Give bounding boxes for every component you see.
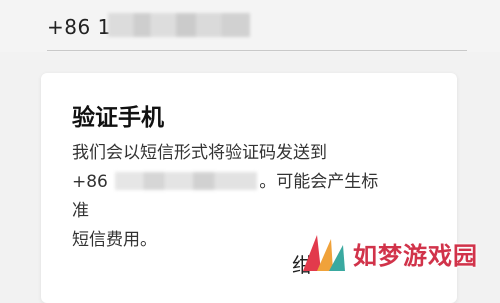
dialog-title: 验证手机 xyxy=(72,105,164,131)
phone-number-field[interactable]: +86 1 xyxy=(0,0,500,52)
watermark-text: 如梦游戏园 xyxy=(353,240,478,270)
dialog-message-line3: 短信费用。 xyxy=(72,230,157,250)
watermark: 如梦游戏园 xyxy=(297,231,492,275)
dialog-message-prefix: +86 xyxy=(72,172,108,192)
phone-number-text: +86 1 xyxy=(47,15,111,39)
phone-number-redaction xyxy=(108,13,250,37)
watermark-logo-icon xyxy=(303,235,345,271)
message-number-redaction xyxy=(115,172,258,190)
phone-field-underline xyxy=(47,50,467,51)
dialog-message-line1: 我们会以短信形式将验证码发送到 xyxy=(72,143,327,163)
